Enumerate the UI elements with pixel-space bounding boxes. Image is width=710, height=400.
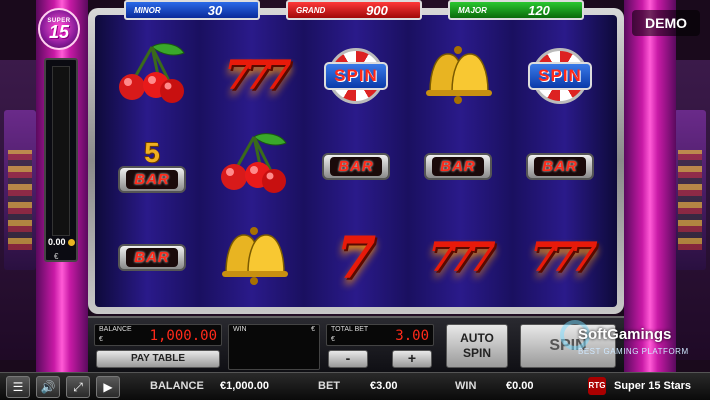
- bar-symbol-label: BAR: [126, 248, 178, 268]
- autoplay-icon[interactable]: ▶: [96, 376, 120, 398]
- sound-icon[interactable]: 🔊: [36, 376, 60, 398]
- bar-symbol: BAR: [424, 153, 492, 181]
- reel-cell: [101, 31, 203, 122]
- total-bet-value: 3.00: [395, 328, 429, 344]
- spin-wheel-label: SPIN: [324, 62, 388, 91]
- coin-icon: [67, 239, 75, 247]
- bet-increase-button[interactable]: +: [392, 350, 432, 368]
- bonus-meter: [44, 58, 78, 262]
- reel-cell: BAR: [101, 212, 203, 303]
- cherries-symbol-icon: [112, 39, 192, 114]
- reel-cell: [203, 212, 305, 303]
- watermark-title: SoftGamings: [578, 326, 672, 343]
- reel-cell: BAR: [407, 122, 509, 213]
- bet-decrease-button[interactable]: -: [328, 350, 368, 368]
- balance-display: BALANCE € 1,000.00: [94, 324, 222, 346]
- bar-symbol: BAR: [526, 153, 594, 181]
- total-bet-label: TOTAL BET: [331, 326, 369, 333]
- bottom-bet-label: BET: [318, 380, 340, 392]
- balance-label: BALANCE: [99, 326, 132, 333]
- game-name: Super 15 Stars: [614, 380, 692, 392]
- reel-cell: BAR: [305, 122, 407, 213]
- control-panel: BALANCE € 1,000.00 PAY TABLE WIN € TOTAL…: [88, 316, 624, 372]
- meter-value-row: 0.00: [44, 237, 80, 247]
- auto-spin-label-bottom: SPIN: [462, 346, 491, 360]
- reel-grid: 777 SPIN SPIN 5 BAR BAR BAR BAR BAR 7 777 777: [101, 31, 611, 303]
- bell-symbol-icon: [214, 223, 294, 292]
- watermark-subtitle: BEST GAMING PLATFORM: [578, 347, 689, 356]
- auto-spin-label-top: AUTO: [460, 331, 494, 345]
- background-slot-machine-right: [670, 60, 710, 360]
- reel-cell: SPIN: [509, 31, 611, 122]
- total-bet-display: TOTAL BET € 3.00: [326, 324, 434, 346]
- reel-cell: BAR: [509, 122, 611, 213]
- seven-symbol: 7: [335, 223, 377, 292]
- cabinet-pillar-right: [624, 0, 676, 372]
- pay-table-button[interactable]: PAY TABLE: [96, 350, 220, 368]
- bottom-win-label: WIN: [455, 380, 477, 392]
- triple-seven-symbol: 777: [428, 233, 495, 281]
- background-slot-machine-left: [0, 60, 40, 360]
- cherries-symbol-icon: [214, 129, 294, 204]
- reel-cell: 777: [407, 212, 509, 303]
- auto-spin-button[interactable]: AUTO SPIN: [446, 324, 508, 368]
- demo-badge: DEMO: [632, 10, 700, 36]
- bar-symbol: BAR: [118, 244, 186, 272]
- win-display: WIN €: [228, 324, 320, 370]
- fullscreen-icon[interactable]: ⤢: [66, 376, 90, 398]
- logo-number: 15: [48, 22, 70, 42]
- win-currency: €: [311, 326, 315, 333]
- balance-value: 1,000.00: [149, 328, 217, 344]
- bottom-balance-label: BALANCE: [150, 380, 204, 392]
- five-bar-label: BAR: [126, 170, 178, 190]
- meter-value: 0.00: [48, 237, 66, 247]
- spin-wheel-symbol: SPIN: [313, 48, 399, 105]
- total-bet-currency: €: [331, 336, 335, 343]
- bar-symbol-label: BAR: [330, 157, 382, 177]
- jackpot-major: MAJOR 120: [448, 0, 584, 20]
- jackpot-grand-value: 900: [366, 2, 388, 18]
- bottom-balance-value: €1,000.00: [220, 380, 269, 392]
- five-bar-symbol: 5 BAR: [118, 137, 186, 194]
- reel-cell: [407, 31, 509, 122]
- bottom-win-value: €0.00: [506, 380, 534, 392]
- jackpot-minor-label: MINOR: [134, 5, 161, 15]
- win-label: WIN: [233, 326, 247, 333]
- bell-symbol-icon: [418, 42, 498, 111]
- reel-cell: 5 BAR: [101, 122, 203, 213]
- reel-cell: 7: [305, 212, 407, 303]
- reel-cell: 777: [203, 31, 305, 122]
- meter-currency: €: [54, 252, 59, 261]
- menu-icon[interactable]: ☰: [6, 376, 30, 398]
- bar-symbol: BAR: [322, 153, 390, 181]
- jackpot-grand-label: GRAND: [296, 5, 326, 15]
- triple-seven-symbol: 777: [530, 233, 597, 281]
- spin-wheel-label: SPIN: [528, 62, 592, 91]
- reel-frame: 777 SPIN SPIN 5 BAR BAR BAR BAR BAR 7 777 777: [88, 8, 624, 314]
- triple-seven-symbol: 777: [224, 52, 291, 100]
- reel-cell: [203, 122, 305, 213]
- jackpot-grand: GRAND 900: [286, 0, 422, 20]
- jackpot-major-value: 120: [528, 2, 550, 18]
- game-logo: SUPER 15: [38, 8, 80, 50]
- softgamings-watermark: SoftGamings BEST GAMING PLATFORM: [560, 320, 710, 380]
- bar-symbol-label: BAR: [534, 157, 586, 177]
- reel-cell: 777: [509, 212, 611, 303]
- jackpot-minor: MINOR 30: [124, 0, 260, 20]
- jackpot-minor-value: 30: [207, 2, 223, 18]
- jackpot-major-label: MAJOR: [458, 5, 487, 15]
- spin-wheel-symbol: SPIN: [517, 48, 603, 105]
- bottom-bet-value: €3.00: [370, 380, 398, 392]
- bar-symbol-label: BAR: [432, 157, 484, 177]
- five-bar-number: 5: [144, 137, 160, 169]
- balance-currency: €: [99, 336, 103, 343]
- reel-window: 777 SPIN SPIN 5 BAR BAR BAR BAR BAR 7 777 777: [95, 15, 617, 307]
- reel-cell: SPIN: [305, 31, 407, 122]
